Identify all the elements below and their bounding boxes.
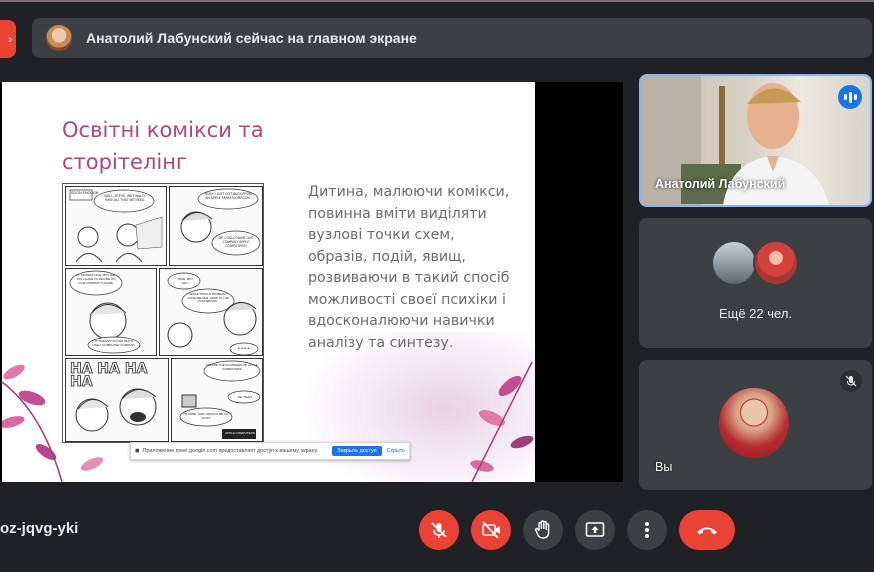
comic-panel: WE ARE THE FOUNDERS OF APPLE COMPUTERS! … — [171, 358, 263, 442]
end-call-icon — [697, 527, 717, 535]
leaf-decoration — [2, 364, 104, 482]
comic-bubble: I'M SURE THAT CRACKS ME UP. COOL! — [183, 412, 229, 420]
comic-bubble: IT SOUNDS NICE, BUT WE STILL HAVE TO DEC… — [76, 273, 116, 285]
slide-body-text: Дитина, малюючи комікси, повинна вміти в… — [308, 184, 510, 351]
leaf-decoration — [470, 362, 534, 482]
speaker-name: Анатолий Лабунский — [655, 177, 786, 191]
speaker-tile[interactable]: Анатолий Лабунский — [639, 74, 872, 207]
participant-avatar — [753, 240, 799, 286]
comic-bubble: WE ARE THE FOUNDERS OF APPLE COMPUTERS! — [206, 363, 258, 371]
mic-toggle-button[interactable] — [419, 510, 459, 550]
camera-toggle-button[interactable] — [471, 510, 511, 550]
stop-sharing-button[interactable]: Закрыть доступ — [332, 446, 382, 456]
raise-hand-icon — [535, 520, 550, 539]
more-participants-count: Ещё 22 чел. — [718, 306, 793, 321]
comic-ellipsis: • • • • — [238, 346, 250, 352]
more-options-button[interactable] — [627, 510, 667, 550]
comic-bubble: IT DOESN'T SOUND MUCH LIKE A COMPUTER CO… — [92, 339, 136, 347]
slide-title: Освітні комікси та сторітелінг — [62, 118, 264, 174]
screen-share-notice: ◼ Приложение meet.google.com предоставля… — [130, 442, 410, 460]
share-notice-text: Приложение meet.google.com предоставляет… — [142, 448, 319, 454]
comic-bubble: 'APPLE' WOULD PROBABLY COME BEFORE 'ATAR… — [187, 292, 229, 304]
window-top-line — [0, 0, 874, 2]
comic-panel: YEAH, I JUST GOT BACK FROM AN APPLE FARM… — [169, 186, 263, 266]
left-edge-button[interactable]: › — [0, 20, 16, 58]
comic-panel: IT SOUNDS NICE, BUT WE STILL HAVE TO DEC… — [65, 268, 157, 356]
comic-bubble: AW YEAH! — [237, 395, 253, 399]
presenter-banner-text: Анатолий Лабунский сейчас на главном экр… — [86, 30, 417, 46]
presentation-stage[interactable]: Освітні комікси та сторітелінг SOON ENOU… — [0, 82, 623, 482]
presenter-banner: Анатолий Лабунский сейчас на главном экр… — [32, 18, 872, 58]
self-label: Вы — [655, 460, 673, 474]
self-tile[interactable]: Вы — [639, 360, 872, 490]
comic-bubble: WE COULD NAME OUR COMPANY APPLE COMPUTER… — [218, 236, 254, 248]
call-controls — [0, 510, 874, 552]
camera-off-icon — [482, 521, 500, 539]
leave-call-button[interactable] — [679, 510, 735, 550]
chevron-icon: › — [8, 32, 12, 46]
comic-label: APPLE COMPUTERS — [225, 431, 255, 435]
raise-hand-button[interactable] — [523, 510, 563, 550]
share-notice-icon: ◼ — [135, 448, 140, 454]
comic-bubble: WELL, STEVE, WE FINALLY HAVE ALL THAT WE… — [104, 194, 146, 202]
presentation-slide: Освітні комікси та сторітелінг SOON ENOU… — [2, 82, 535, 482]
comic-bubble: TRUE, BUT HEY! — [177, 277, 193, 285]
comic-panel: TRUE, BUT HEY! 'APPLE' WOULD PROBABLY CO… — [159, 268, 263, 356]
hide-notice-button[interactable]: Скрыть — [387, 448, 405, 454]
speaking-indicator-icon — [838, 85, 862, 109]
participant-avatar — [711, 240, 757, 286]
present-button[interactable] — [575, 510, 615, 550]
self-avatar — [719, 388, 789, 458]
mic-off-icon — [431, 522, 447, 538]
presenter-avatar — [46, 25, 72, 51]
present-icon — [585, 522, 605, 537]
mic-off-icon — [840, 370, 862, 392]
comic-bubble: YEAH, I JUST GOT BACK FROM AN APPLE FARM… — [204, 192, 252, 200]
comic-panel: SOON ENOUGH WELL, STEVE, WE FINALLY HAVE… — [65, 186, 167, 266]
other-participants-tile[interactable]: Ещё 22 чел. — [639, 218, 872, 348]
more-icon — [645, 522, 649, 538]
comic-caption: SOON ENOUGH — [71, 191, 99, 195]
